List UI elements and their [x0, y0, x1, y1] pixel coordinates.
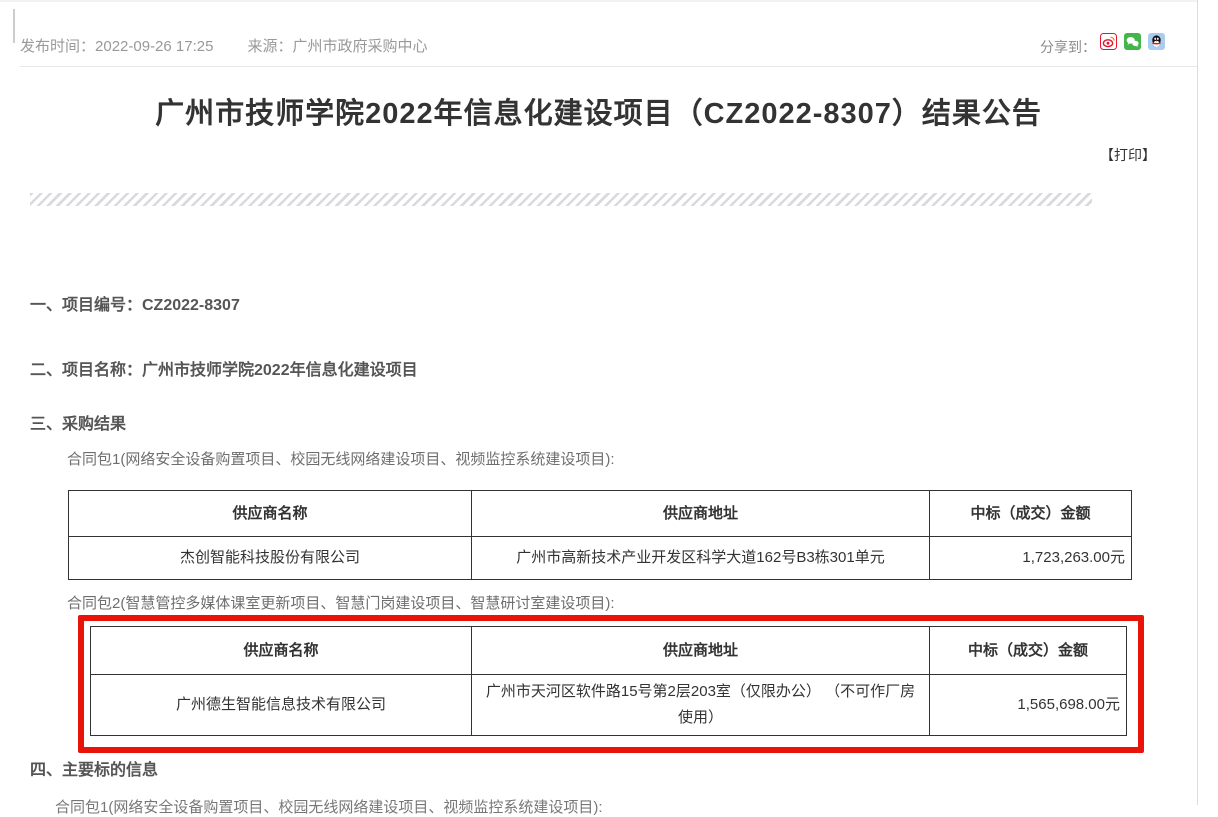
- table-row: 杰创智能科技股份有限公司 广州市高新技术产业开发区科学大道162号B3栋301单…: [69, 537, 1132, 580]
- header-supplier-address: 供应商地址: [472, 627, 930, 675]
- source-value: 广州市政府采购中心: [292, 38, 427, 55]
- table-row: 广州德生智能信息技术有限公司 广州市天河区软件路15号第2层203室（仅限办公）…: [91, 675, 1127, 736]
- cell-supplier-name: 广州德生智能信息技术有限公司: [91, 675, 472, 736]
- cell-supplier-address: 广州市天河区软件路15号第2层203室（仅限办公） （不可作厂房使用）: [472, 675, 930, 736]
- table-header-row: 供应商名称 供应商地址 中标（成交）金额: [69, 491, 1132, 537]
- left-edge-tick: [13, 9, 15, 43]
- print-button[interactable]: 【打印】: [1100, 145, 1156, 165]
- cell-supplier-name: 杰创智能科技股份有限公司: [69, 537, 472, 580]
- cell-supplier-address: 广州市高新技术产业开发区科学大道162号B3栋301单元: [472, 537, 930, 580]
- qq-share-icon[interactable]: [1148, 33, 1165, 50]
- page-title: 广州市技师学院2022年信息化建设项目（CZ2022-8307）结果公告: [0, 90, 1197, 132]
- header-supplier-address: 供应商地址: [472, 491, 930, 537]
- page-right-border: [1197, 0, 1198, 805]
- article-meta: 发布时间：2022-09-26 17:25 来源：广州市政府采购中心: [20, 35, 427, 56]
- clipped-bottom-line: 合同包1(网络安全设备购置项目、校园无线网络建设项目、视频监控系统建设项目):: [55, 796, 603, 817]
- publish-time-label: 发布时间：: [20, 38, 95, 55]
- meta-divider: [20, 66, 1197, 67]
- header-supplier-name: 供应商名称: [69, 491, 472, 537]
- result-table-package-1: 供应商名称 供应商地址 中标（成交）金额 杰创智能科技股份有限公司 广州市高新技…: [68, 490, 1132, 580]
- top-hairline: [0, 0, 1197, 2]
- header-award-amount: 中标（成交）金额: [930, 627, 1127, 675]
- publish-time-value: 2022-09-26 17:25: [95, 38, 213, 55]
- hatched-divider: [30, 193, 1092, 206]
- share-to-label: 分享到：: [1040, 37, 1096, 57]
- cell-award-amount: 1,565,698.00元: [930, 675, 1127, 736]
- contract-package-1-label: 合同包1(网络安全设备购置项目、校园无线网络建设项目、视频监控系统建设项目):: [67, 448, 615, 469]
- section-main-subject-info: 四、主要标的信息: [30, 756, 158, 780]
- table-header-row: 供应商名称 供应商地址 中标（成交）金额: [91, 627, 1127, 675]
- wechat-share-icon[interactable]: [1124, 33, 1141, 50]
- cell-award-amount: 1,723,263.00元: [930, 537, 1132, 580]
- source-label: 来源：: [247, 38, 292, 55]
- header-supplier-name: 供应商名称: [91, 627, 472, 675]
- section-project-name: 二、项目名称：广州市技师学院2022年信息化建设项目: [30, 356, 418, 380]
- section-project-number: 一、项目编号：CZ2022-8307: [30, 291, 240, 315]
- weibo-share-icon[interactable]: [1100, 33, 1117, 50]
- section-procurement-result: 三、采购结果: [30, 410, 126, 434]
- result-table-package-2: 供应商名称 供应商地址 中标（成交）金额 广州德生智能信息技术有限公司 广州市天…: [90, 626, 1127, 736]
- contract-package-2-label: 合同包2(智慧管控多媒体课室更新项目、智慧门岗建设项目、智慧研讨室建设项目):: [67, 592, 615, 613]
- header-award-amount: 中标（成交）金额: [930, 491, 1132, 537]
